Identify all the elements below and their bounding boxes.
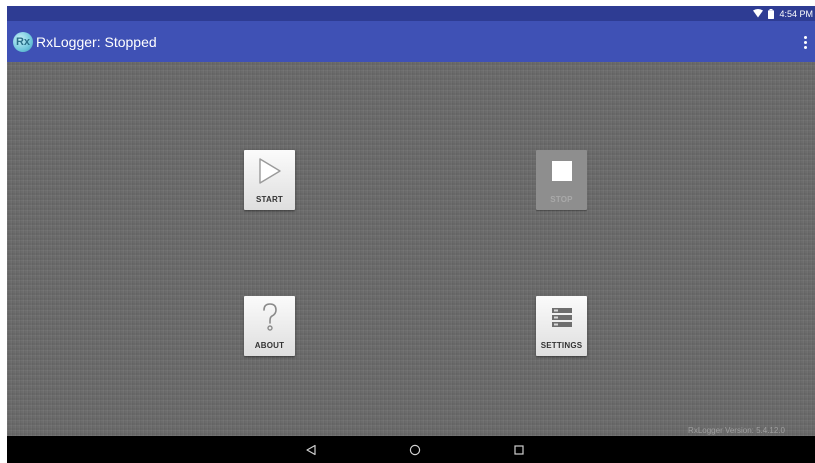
home-icon[interactable] — [408, 443, 422, 457]
stop-label: STOP — [550, 195, 573, 204]
question-mark-icon — [244, 302, 295, 332]
status-icons: 4:54 PM — [753, 7, 813, 20]
back-icon[interactable] — [304, 443, 318, 457]
overflow-menu-icon[interactable] — [799, 33, 811, 51]
play-icon — [244, 156, 295, 186]
wifi-icon — [753, 9, 764, 18]
about-label: ABOUT — [254, 341, 285, 350]
app-bar: Rx RxLogger: Stopped — [7, 21, 815, 62]
settings-label: SETTINGS — [540, 341, 583, 350]
navigation-bar — [7, 436, 815, 463]
version-text: RxLogger Version: 5.4.12.0 — [688, 426, 785, 435]
recents-icon[interactable] — [512, 443, 526, 457]
status-bar: 4:54 PM — [7, 6, 815, 21]
start-label: START — [255, 195, 284, 204]
stop-icon — [536, 156, 587, 186]
main-content: START STOP ABOUT SETTINGS RxLogger Versi… — [7, 62, 815, 436]
start-button[interactable]: START — [244, 150, 295, 210]
battery-icon — [768, 8, 775, 19]
settings-list-icon — [536, 302, 587, 332]
device-screen: 4:54 PM Rx RxLogger: Stopped START STOP — [7, 6, 815, 463]
settings-button[interactable]: SETTINGS — [536, 296, 587, 356]
rxlogger-logo: Rx — [13, 32, 33, 52]
stop-button[interactable]: STOP — [536, 150, 587, 210]
status-time: 4:54 PM — [779, 8, 813, 19]
app-title: RxLogger: Stopped — [36, 34, 157, 50]
about-button[interactable]: ABOUT — [244, 296, 295, 356]
